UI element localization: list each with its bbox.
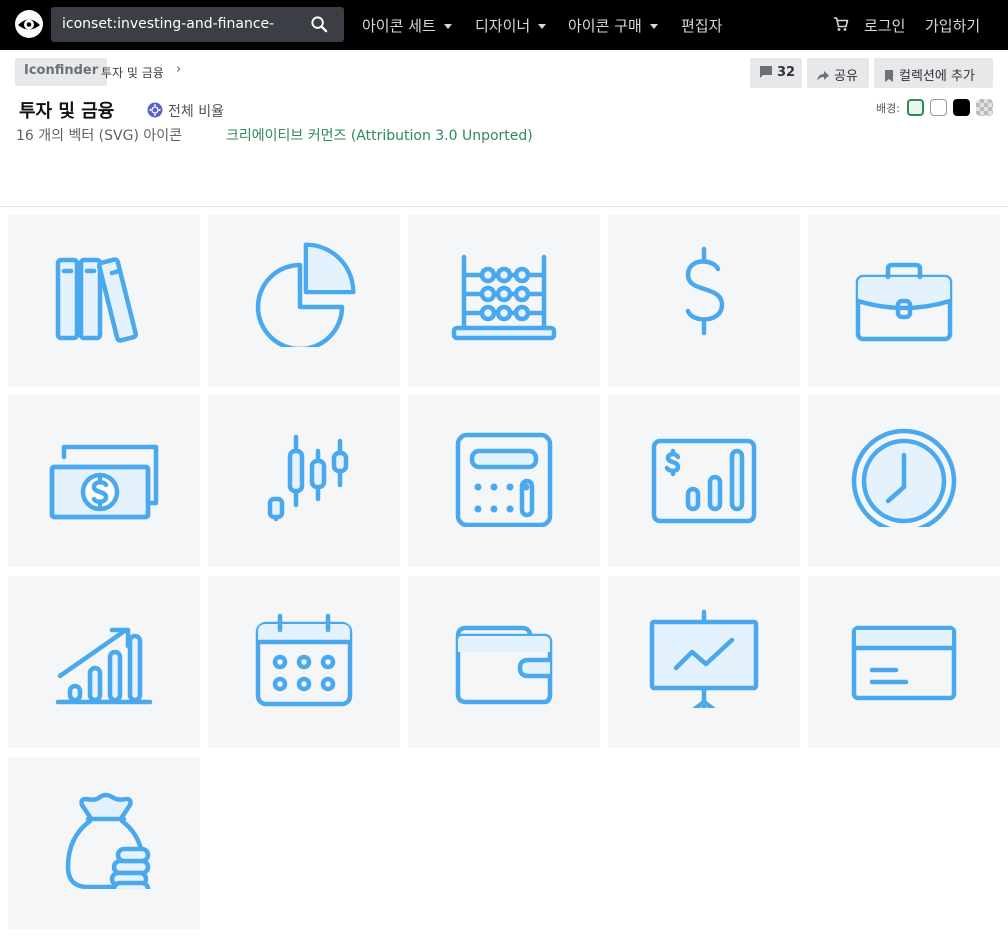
growth-chart-icon (55, 627, 153, 705)
icon-tile-calculator[interactable] (408, 395, 600, 567)
icon-tile-calendar[interactable] (208, 576, 400, 748)
nav-buy-icons[interactable]: 아이콘 구매 (568, 15, 658, 36)
dollar-icon (685, 246, 725, 336)
chevron-down-icon (538, 24, 547, 29)
search-icon[interactable] (310, 15, 329, 34)
icon-tile-books[interactable] (8, 215, 200, 387)
icon-tile-briefcase[interactable] (808, 215, 1000, 387)
comments-button[interactable]: 32 (750, 58, 802, 88)
share-icon (817, 71, 829, 81)
icon-tile-credit-card[interactable] (808, 576, 1000, 748)
background-label: 배경: (876, 102, 900, 115)
page-title: 투자 및 금융 (19, 101, 115, 122)
icon-tile-dollar[interactable] (608, 215, 800, 387)
books-icon (55, 257, 139, 343)
icon-tile-abacus[interactable] (408, 215, 600, 387)
breadcrumb-home[interactable]: Iconfinder (15, 58, 108, 86)
nav-designers[interactable]: 디자이너 (475, 15, 547, 36)
icon-tile-money-bills[interactable] (8, 395, 200, 567)
search-input[interactable]: iconset:investing-and-finance- (62, 16, 302, 32)
nav-designers-label: 디자이너 (475, 17, 531, 35)
ratio-label: 전체 비율 (168, 104, 224, 120)
abacus-icon (451, 254, 557, 341)
chevron-down-icon (443, 24, 452, 29)
icon-tile-pie-chart[interactable] (208, 215, 400, 387)
presentation-icon (649, 609, 759, 708)
login-link[interactable]: 로그인 (864, 15, 905, 36)
ratio-icon (147, 102, 163, 118)
icon-tile-candlestick[interactable] (208, 395, 400, 567)
iconfinder-logo-icon[interactable] (13, 8, 45, 40)
chevron-down-icon (649, 24, 658, 29)
comment-icon (760, 66, 772, 78)
nav-icon-sets[interactable]: 아이콘 세트 (362, 15, 452, 36)
money-bills-icon (49, 444, 159, 520)
share-label: 공유 (834, 69, 858, 84)
icon-tile-money-chart[interactable] (608, 395, 800, 567)
add-collection-button[interactable]: 컬렉션에 추가 (874, 58, 993, 88)
icon-tile-money-bag[interactable] (8, 757, 200, 929)
credit-card-icon (851, 625, 957, 701)
add-collection-label: 컬렉션에 추가 (899, 69, 975, 84)
calculator-icon (455, 432, 553, 527)
top-navbar: iconset:investing-and-finance- 아이콘 세트 디자… (0, 0, 1008, 50)
clock-icon (851, 428, 957, 527)
wallet-icon (455, 625, 553, 705)
comments-count: 32 (777, 65, 796, 80)
icon-count: 16 개의 벡터 (SVG) 아이콘 (16, 128, 183, 144)
icon-tile-presentation[interactable] (608, 576, 800, 748)
money-chart-icon (651, 438, 757, 524)
nav-buy-icons-label: 아이콘 구매 (568, 17, 642, 35)
share-button[interactable]: 공유 (807, 58, 869, 88)
license-link[interactable]: 크리에이티브 커먼즈 (Attribution 3.0 Unported) (226, 125, 533, 145)
icon-tile-clock[interactable] (808, 395, 1000, 567)
breadcrumb-current[interactable]: 투자 및 금융 (101, 64, 164, 81)
pie-chart-icon (255, 242, 356, 347)
bookmark-icon (885, 70, 893, 82)
bg-transparent-swatch[interactable] (907, 99, 924, 116)
candlestick-icon (267, 434, 349, 522)
bg-black-swatch[interactable] (953, 99, 970, 116)
bg-checkered-swatch[interactable] (976, 99, 993, 116)
money-bag-icon (65, 792, 151, 889)
cart-icon[interactable] (833, 16, 849, 32)
briefcase-icon (855, 262, 953, 342)
icon-tile-growth-chart[interactable] (8, 576, 200, 748)
bg-white-swatch[interactable] (930, 99, 947, 116)
chevron-right-icon: › (176, 62, 182, 77)
nav-editor[interactable]: 편집자 (681, 15, 722, 36)
icon-tile-wallet[interactable] (408, 576, 600, 748)
search-box[interactable]: iconset:investing-and-finance- (51, 7, 344, 42)
divider (0, 206, 1008, 207)
nav-icon-sets-label: 아이콘 세트 (362, 17, 436, 35)
signup-link[interactable]: 가입하기 (925, 15, 980, 36)
calendar-icon (255, 613, 353, 707)
